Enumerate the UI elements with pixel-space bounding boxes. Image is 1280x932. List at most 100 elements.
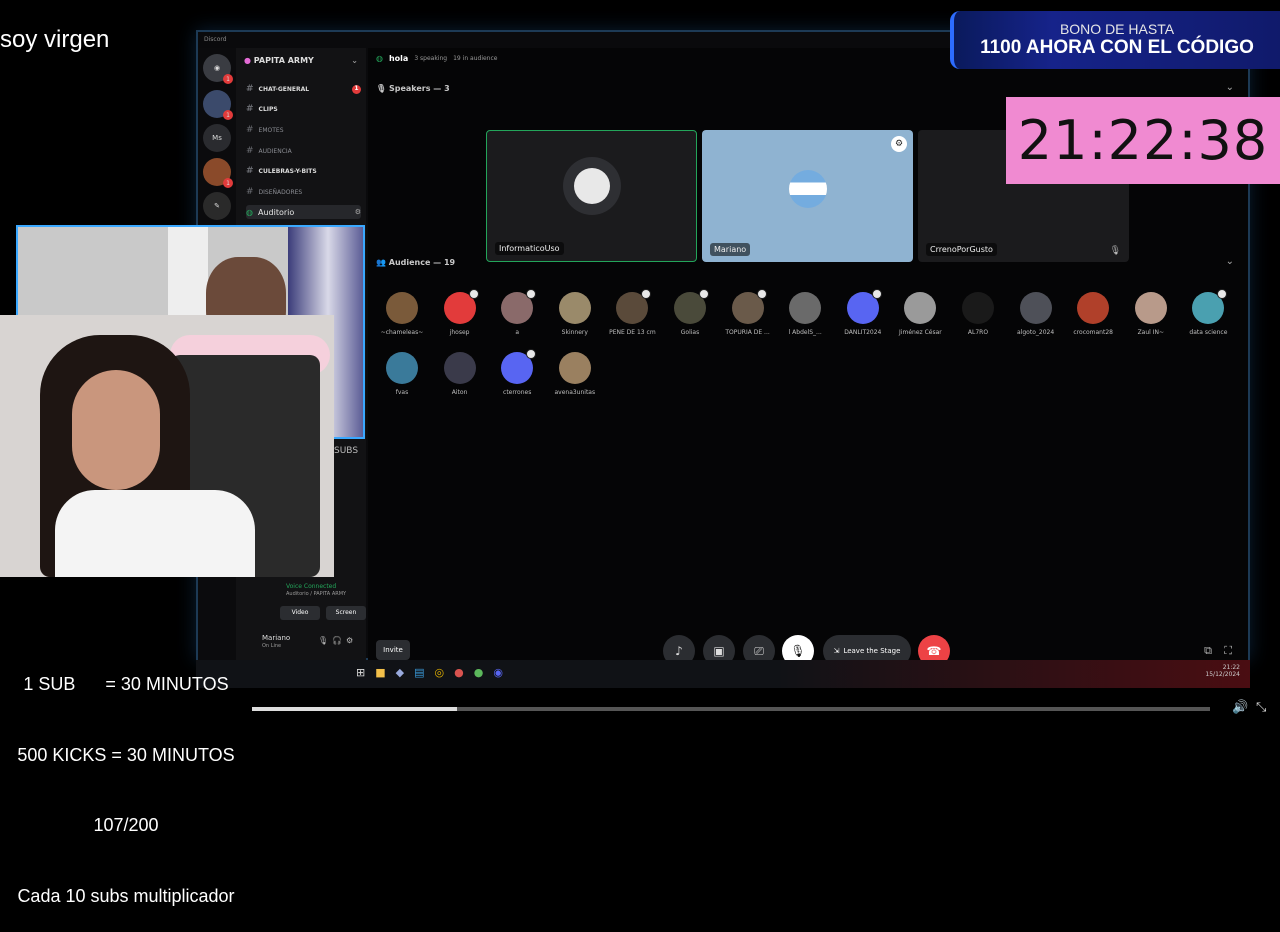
promo-line-1: BONO DE HASTA xyxy=(1059,21,1175,37)
channel-clips[interactable]: # CLIPS xyxy=(246,102,361,116)
audience-member[interactable]: a xyxy=(489,289,545,336)
audience-member[interactable]: fvas xyxy=(374,352,430,396)
audience-member[interactable]: avena3unitas xyxy=(547,352,603,396)
audience-member[interactable]: DANLIT2024 xyxy=(835,289,891,336)
channel-auditorio[interactable]: ◍ Auditorio ⚙ xyxy=(246,205,361,219)
chrome-icon[interactable]: ◎ xyxy=(435,666,445,679)
channel-audiencia[interactable]: # AUDIENCIA xyxy=(246,144,361,158)
audience-member[interactable]: AL7RO xyxy=(950,292,1006,336)
hash-icon: # xyxy=(246,84,254,94)
rule-line: 1 SUB = 30 MINUTOS xyxy=(23,674,229,694)
channel-disenadores[interactable]: # DISEÑADORES xyxy=(246,185,361,199)
audience-avatar xyxy=(443,352,476,384)
audience-member[interactable]: Skinnery xyxy=(547,292,603,336)
webcam-streamer-2 xyxy=(0,315,334,577)
server-icon[interactable]: 1 xyxy=(203,90,233,120)
audience-member[interactable]: PENE DE 13 cm xyxy=(604,289,660,336)
audience-member[interactable]: Aiton xyxy=(432,352,488,396)
folder-icon[interactable]: ■ xyxy=(375,666,385,679)
speaker-tile[interactable]: InformaticoUso xyxy=(486,130,697,262)
audience-avatar xyxy=(1077,292,1110,324)
mic-icon[interactable]: 🎙 xyxy=(318,636,328,645)
stream-caption: soy virgen xyxy=(0,26,110,53)
audience-member[interactable]: data science xyxy=(1180,289,1236,336)
headset-icon[interactable]: 🎧 xyxy=(332,636,342,645)
leave-icon: ⇲ xyxy=(833,647,840,655)
audience-avatar xyxy=(789,292,822,324)
fullscreen-icon[interactable]: ⛶ xyxy=(1224,644,1232,658)
muted-icon xyxy=(699,289,709,299)
server-icon[interactable]: ✎ xyxy=(203,192,231,220)
muted-icon xyxy=(871,289,882,299)
muted-icon xyxy=(468,289,479,299)
audience-member[interactable]: jhosep xyxy=(432,289,488,336)
channel-settings-icon[interactable]: ⚙ xyxy=(355,208,361,216)
stage-icon: ◍ xyxy=(246,207,253,217)
user-settings-icon[interactable]: ⚙ xyxy=(346,636,353,645)
speaker-avatar xyxy=(563,157,621,215)
video-button[interactable]: Video xyxy=(280,606,320,620)
hash-icon: # xyxy=(246,125,254,135)
sub-rules: 1 SUB = 30 MINUTOS 500 KICKS = 30 MINUTO… xyxy=(0,626,252,932)
audience-member[interactable]: cterrones xyxy=(489,349,545,396)
audience-name: AL7RO xyxy=(967,329,989,336)
server-dot-icon: ● xyxy=(244,56,254,65)
audience-name: TOPURIA DE ... xyxy=(725,329,770,336)
audience-member[interactable]: ~chameleas~ xyxy=(374,292,430,336)
stream-timer: 21:22:38 xyxy=(1006,97,1280,184)
stage-icon: ◍ xyxy=(376,54,383,63)
chevron-down-icon: ⌄ xyxy=(351,56,358,65)
stage-header: ◍ hola 3 speaking 19 in audience xyxy=(376,54,497,63)
audience-member[interactable]: Golias xyxy=(662,289,718,336)
audience-header: 👥 Audience — 19 xyxy=(376,258,456,267)
audience-member[interactable]: Jiménez César xyxy=(892,292,948,336)
audience-member[interactable]: crocomant28 xyxy=(1065,292,1121,336)
audience-name: algoto_2024 xyxy=(1017,329,1055,336)
muted-icon xyxy=(526,349,537,359)
speaker-name: CrrenoPorGusto xyxy=(926,243,997,256)
audience-name: ~chameleas~ xyxy=(380,329,424,336)
settings-icon[interactable]: ⚙ xyxy=(891,136,907,152)
channel-emotes[interactable]: # EMOTES xyxy=(246,123,361,137)
speaker-tile[interactable]: ⚙ Mariano xyxy=(702,130,913,262)
mic-muted-icon: 🎙 xyxy=(1109,246,1121,256)
muted-icon xyxy=(526,289,537,299)
volume-icon[interactable]: 🔊 xyxy=(1232,700,1248,715)
invite-button[interactable]: Invite xyxy=(376,640,410,660)
audience-member[interactable]: algoto_2024 xyxy=(1008,292,1064,336)
video-player-bar: 🔊 ⤡ xyxy=(252,698,1280,720)
audience-avatar xyxy=(443,289,479,324)
channel-chat-general[interactable]: # CHAT-GENERAL 1 xyxy=(246,82,361,96)
audience-count: 19 in audience xyxy=(453,55,498,62)
exit-fullscreen-icon[interactable]: ⤡ xyxy=(1256,700,1266,715)
discord-home-icon[interactable]: ◉ 1 xyxy=(203,54,233,84)
audience-name: Jiménez César xyxy=(899,329,942,336)
voice-status: Voice Connected xyxy=(286,583,337,590)
audience-avatar xyxy=(501,289,537,324)
screen-button[interactable]: Screen xyxy=(326,606,366,620)
chevron-down-icon[interactable]: ⌄ xyxy=(1226,82,1234,93)
audience-avatar xyxy=(386,352,418,384)
app-icon[interactable]: ▤ xyxy=(414,666,424,679)
audience-avatar xyxy=(846,289,882,324)
app-icon[interactable]: ● xyxy=(474,666,484,679)
audience-member[interactable]: Zaul IN~ xyxy=(1123,292,1179,336)
server-name[interactable]: ● PAPITA ARMY ⌄ xyxy=(244,56,358,65)
task-view-icon[interactable]: ⊞ xyxy=(356,666,365,679)
app-icon[interactable]: ● xyxy=(454,666,464,679)
server-icon[interactable]: 1 xyxy=(203,158,233,188)
rule-line: Cada 10 subs multiplicador xyxy=(17,885,235,906)
audience-avatar xyxy=(501,349,537,384)
audience-member[interactable]: l AbdelS_... xyxy=(777,292,833,336)
app-icon[interactable]: ◆ xyxy=(396,666,404,679)
server-icon[interactable]: Ms xyxy=(203,124,231,152)
audience-member[interactable]: TOPURIA DE ... xyxy=(720,289,776,336)
chevron-down-icon[interactable]: ⌄ xyxy=(1226,256,1234,267)
discord-taskbar-icon[interactable]: ◉ xyxy=(493,666,503,679)
audience-name: avena3unitas xyxy=(554,389,596,396)
hash-icon: # xyxy=(246,146,254,156)
popout-icon[interactable]: ⧉ xyxy=(1204,644,1212,658)
channel-culebras[interactable]: # CULEBRAS-Y-BITS xyxy=(246,164,361,178)
mic-icon: 🎙 xyxy=(376,84,389,93)
rule-line: 500 KICKS = 30 MINUTOS xyxy=(17,744,235,765)
